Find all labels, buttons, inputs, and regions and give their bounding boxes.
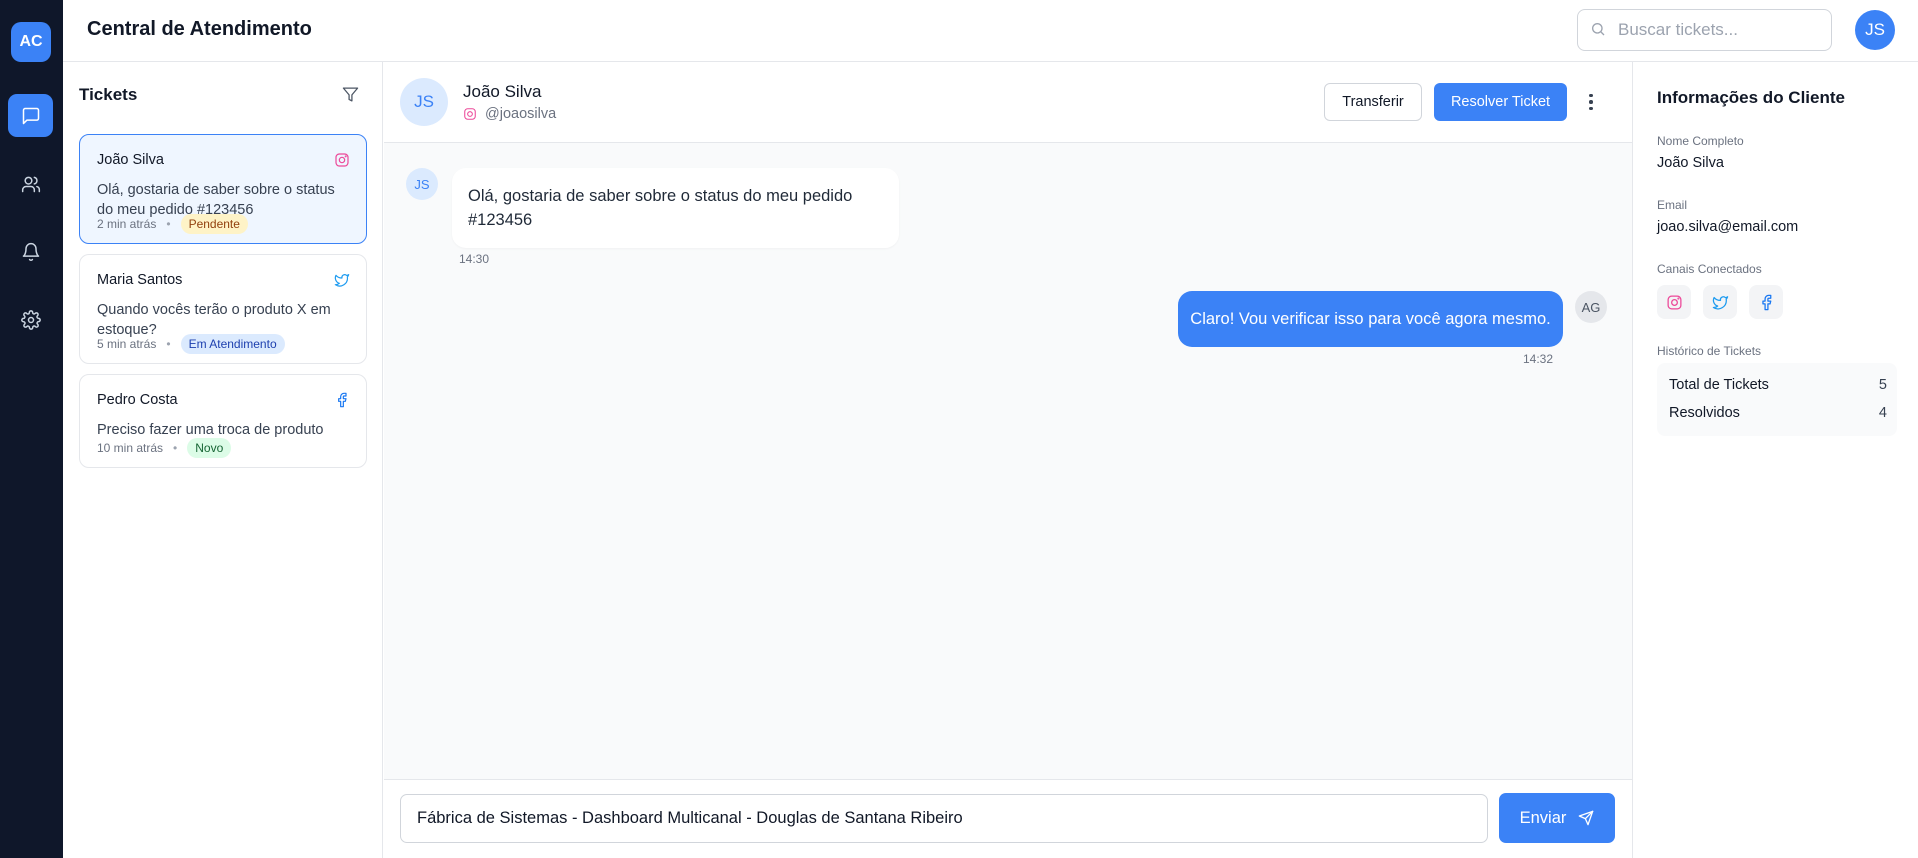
incoming-message: Olá, gostaria de saber sobre o status do… xyxy=(452,168,899,248)
more-options-icon[interactable] xyxy=(1584,90,1598,114)
top-bar: Central de Atendimento JS xyxy=(63,0,1918,62)
ticket-item[interactable]: Maria Santos Quando vocês terão o produt… xyxy=(79,254,367,364)
filter-button[interactable] xyxy=(339,83,361,105)
message-avatar: AG xyxy=(1575,291,1607,323)
ticket-customer-name: João Silva xyxy=(97,152,164,168)
separator-dot: • xyxy=(166,217,171,231)
gear-icon xyxy=(20,309,41,330)
bell-icon xyxy=(22,242,39,261)
message-avatar: JS xyxy=(406,168,438,200)
facebook-channel-button[interactable] xyxy=(1749,285,1783,319)
message-time: 14:30 xyxy=(459,252,490,266)
ticket-meta: 10 min atrás • Novo xyxy=(97,438,232,458)
ticket-time: 10 min atrás xyxy=(97,441,164,455)
facebook-icon xyxy=(1761,294,1771,310)
full-name-label: Nome Completo xyxy=(1657,134,1744,148)
search-box[interactable] xyxy=(1577,9,1832,51)
ticket-customer-name: Pedro Costa xyxy=(97,392,178,408)
message-input[interactable] xyxy=(400,794,1488,843)
history-row-value: 4 xyxy=(1878,405,1887,421)
message-time: 14:32 xyxy=(1523,352,1554,366)
full-name-value: João Silva xyxy=(1657,155,1724,171)
contact-name: João Silva xyxy=(463,82,542,101)
channels-label: Canais Conectados xyxy=(1657,262,1762,276)
separator-dot: • xyxy=(166,337,171,351)
nav-rail: AC xyxy=(0,0,63,858)
search-icon xyxy=(1592,23,1605,36)
contact-avatar: JS xyxy=(400,78,448,126)
twitter-channel-button[interactable] xyxy=(1703,285,1737,319)
message-composer: Enviar xyxy=(384,779,1632,858)
instagram-icon xyxy=(464,108,476,120)
twitter-icon xyxy=(1712,295,1728,310)
users-icon xyxy=(21,176,40,192)
nav-messages-button[interactable] xyxy=(8,94,53,137)
outgoing-message: Claro! Vou verificar isso para você agor… xyxy=(1178,291,1563,347)
nav-users-button[interactable] xyxy=(8,162,53,205)
email-label: Email xyxy=(1657,198,1688,212)
send-button-label: Enviar xyxy=(1519,808,1567,827)
ticket-customer-name: Maria Santos xyxy=(97,272,183,288)
resolve-ticket-button[interactable]: Resolver Ticket xyxy=(1434,83,1567,121)
ticket-meta: 2 min atrás • Pendente xyxy=(97,214,248,234)
separator-dot: • xyxy=(173,441,178,455)
email-value: joao.silva@email.com xyxy=(1657,219,1799,235)
contact-handle: @joaosilva xyxy=(463,106,556,122)
message-square-icon xyxy=(22,107,39,124)
history-row-value: 5 xyxy=(1878,377,1887,393)
status-badge: Pendente xyxy=(180,214,248,234)
ticket-meta: 5 min atrás • Em Atendimento xyxy=(97,334,285,354)
history-row-label: Resolvidos xyxy=(1669,405,1740,421)
customer-info-panel: Informações do Cliente Nome Completo Joã… xyxy=(1632,62,1918,858)
contact-handle-text: @joaosilva xyxy=(485,106,557,122)
ticket-time: 2 min atrás xyxy=(97,217,157,231)
nav-settings-button[interactable] xyxy=(8,298,53,341)
facebook-icon xyxy=(334,392,350,408)
chat-header: JS João Silva @joaosilva Transferir Reso… xyxy=(384,62,1632,143)
filter-icon xyxy=(342,86,358,102)
instagram-channel-button[interactable] xyxy=(1657,285,1691,319)
status-badge: Novo xyxy=(187,438,232,458)
user-avatar[interactable]: JS xyxy=(1855,10,1895,50)
history-row: Total de Tickets 5 xyxy=(1669,377,1887,393)
send-button[interactable]: Enviar xyxy=(1499,793,1615,843)
send-icon xyxy=(1579,810,1594,826)
history-row: Resolvidos 4 xyxy=(1669,405,1887,421)
chat-panel: JS João Silva @joaosilva Transferir Reso… xyxy=(384,62,1632,858)
twitter-icon xyxy=(334,272,350,288)
ticket-time: 5 min atrás xyxy=(97,337,157,351)
history-label: Histórico de Tickets xyxy=(1657,344,1762,358)
ticket-history-box: Total de Tickets 5 Resolvidos 4 xyxy=(1657,363,1897,436)
ticket-item[interactable]: Pedro Costa Preciso fazer uma troca de p… xyxy=(79,374,367,468)
ticket-list-panel: Tickets João Silva Olá, gostaria de sabe… xyxy=(63,62,383,858)
transfer-button[interactable]: Transferir xyxy=(1324,83,1422,121)
status-badge: Em Atendimento xyxy=(180,334,285,354)
nav-notifications-button[interactable] xyxy=(8,230,53,273)
history-row-label: Total de Tickets xyxy=(1669,377,1769,393)
instagram-icon xyxy=(334,152,350,168)
ticket-message-preview: Preciso fazer uma troca de produto xyxy=(97,422,324,438)
ticket-item[interactable]: João Silva Olá, gostaria de saber sobre … xyxy=(79,134,367,244)
app-logo[interactable]: AC xyxy=(11,22,51,62)
search-input[interactable] xyxy=(1618,10,1823,50)
page-title: Central de Atendimento xyxy=(87,18,312,40)
customer-info-heading: Informações do Cliente xyxy=(1657,88,1845,107)
tickets-heading: Tickets xyxy=(79,85,138,104)
instagram-icon xyxy=(1666,294,1682,310)
